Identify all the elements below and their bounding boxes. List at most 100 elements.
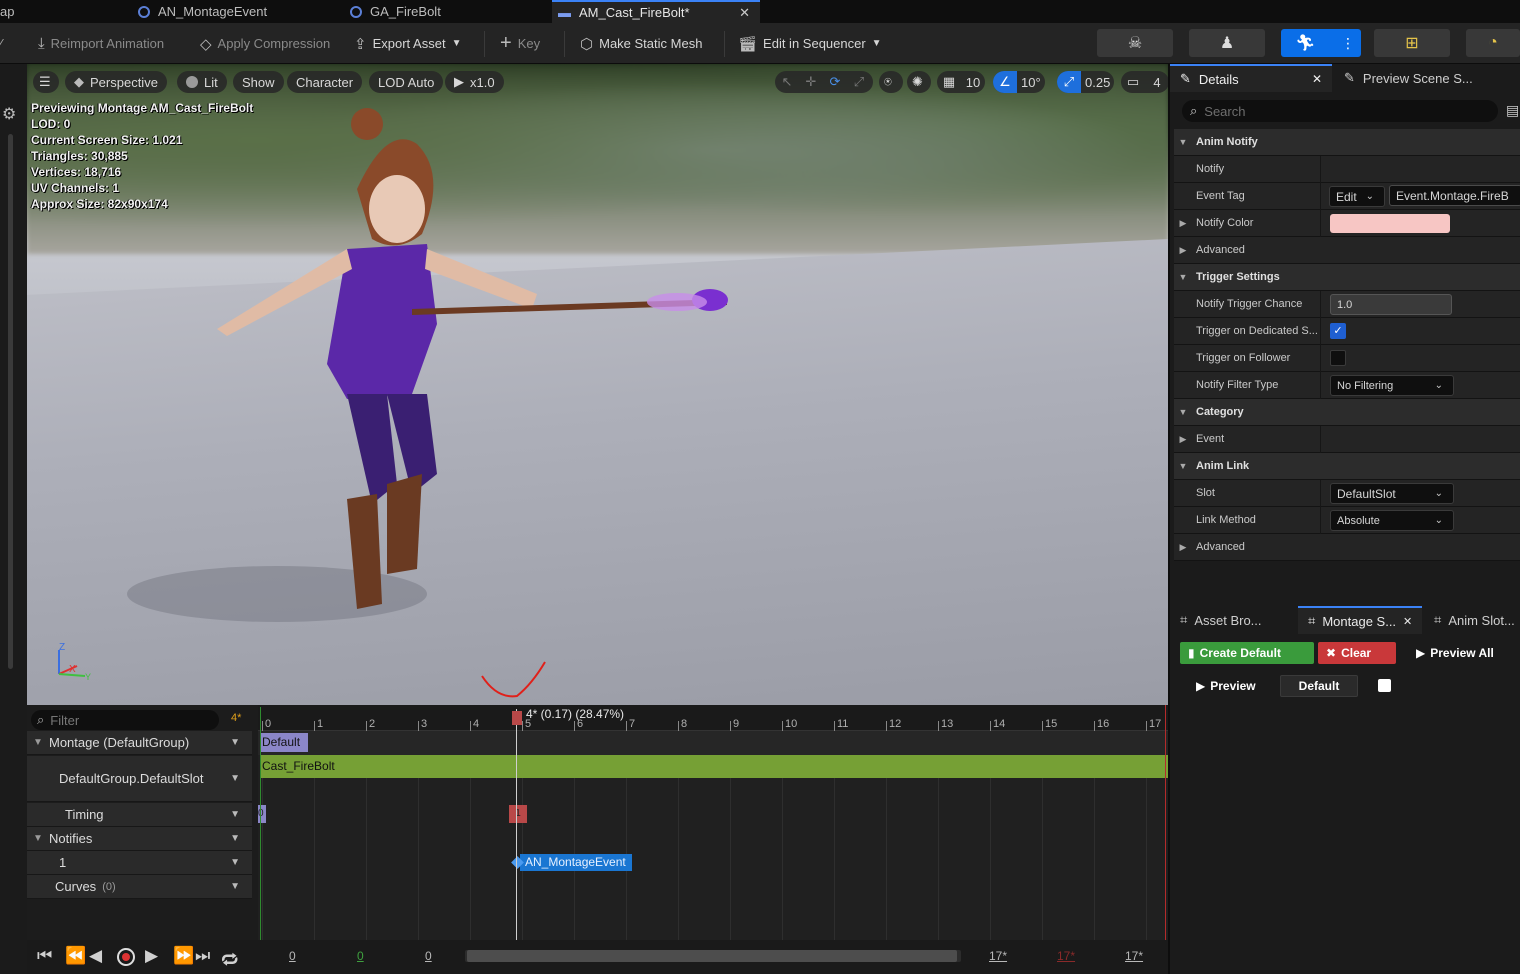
notify-color-swatch[interactable] <box>1330 214 1450 233</box>
scrollbar-thumb[interactable] <box>467 950 957 962</box>
mesh-mode-button[interactable]: ♟ <box>1189 29 1265 57</box>
record-button[interactable] <box>117 948 135 966</box>
expand-icon[interactable]: ▶ <box>1174 218 1192 229</box>
chevron-down-icon[interactable]: ▼ <box>230 773 240 784</box>
grid-view-icon[interactable]: ▤ <box>1506 102 1519 119</box>
chevron-down-icon[interactable]: ▼ <box>230 737 240 748</box>
play-icon[interactable]: ▶ <box>145 946 158 966</box>
time-ruler[interactable] <box>258 705 1168 731</box>
edit-in-sequencer-button[interactable]: 🎬︎ Edit in Sequencer ▼ <box>738 23 882 64</box>
move-icon[interactable]: ✛ <box>799 71 823 93</box>
prop-advanced-2[interactable]: ▶ Advanced <box>1174 534 1520 561</box>
filter-field[interactable]: ⌕ Filter <box>31 710 219 730</box>
playhead[interactable] <box>516 709 517 940</box>
trigger-chance-input[interactable]: 1.0 <box>1330 294 1452 315</box>
montage-segment[interactable]: Cast_FireBolt <box>260 755 1168 778</box>
kebab-menu-icon[interactable]: ⋮ <box>1341 35 1355 52</box>
chevron-down-icon[interactable]: ▼ <box>230 833 240 844</box>
event-tag-value[interactable]: Event.Montage.FireB <box>1389 185 1520 206</box>
notifies-row[interactable]: ▼ Notifies ▼ <box>27 827 252 851</box>
notify-an-montage-event[interactable]: AN_MontageEvent <box>520 854 632 871</box>
clear-button[interactable]: ✖ Clear <box>1318 642 1396 664</box>
camera-speed-group[interactable]: ▭ 4 <box>1121 71 1168 93</box>
scale-icon[interactable]: ⤢ <box>847 71 871 93</box>
view-start-field[interactable]: 0 <box>289 949 296 963</box>
category-anim-notify[interactable]: ▼ Anim Notify <box>1174 129 1520 156</box>
preview-all-button[interactable]: ▶ Preview All <box>1408 642 1502 664</box>
edit-tag-dropdown[interactable]: Edit ⌄ <box>1329 186 1385 207</box>
step-back-icon[interactable]: ⏪ <box>65 946 86 966</box>
tab-anim-slot-manager[interactable]: ⌗ Anim Slot... <box>1424 606 1520 634</box>
slot-dropdown[interactable]: DefaultSlot ⌄ <box>1330 483 1454 504</box>
tab-ga-firebolt[interactable]: GA_FireBolt <box>344 0 544 23</box>
animation-mode-button[interactable]: 🏃︎ ⋮ <box>1281 29 1361 57</box>
skeleton-mode-button[interactable]: ☠ <box>1097 29 1173 57</box>
collapse-icon[interactable]: ▼ <box>27 737 49 748</box>
playhead-handle[interactable] <box>512 711 522 725</box>
details-search-field[interactable]: ⌕ Search <box>1182 100 1498 122</box>
collapse-icon[interactable]: ▼ <box>27 833 49 844</box>
lit-button[interactable]: Lit <box>177 71 227 93</box>
tab-asset-browser[interactable]: ⌗ Asset Bro... <box>1170 606 1294 634</box>
loop-icon[interactable]: 🔁︎ <box>221 946 238 972</box>
apply-compression-button[interactable]: ◇ Apply Compression <box>200 23 330 64</box>
filter-type-dropdown[interactable]: No Filtering ⌄ <box>1330 375 1454 396</box>
export-asset-button[interactable]: ⇪ Export Asset ▼ <box>354 23 461 64</box>
timing-marker-notify[interactable]: 1 <box>509 805 527 823</box>
category-trigger-settings[interactable]: ▼ Trigger Settings <box>1174 264 1520 291</box>
local-space-button[interactable]: ⍟ <box>879 71 903 93</box>
physics-mode-button[interactable]: ◔ <box>1466 29 1520 57</box>
step-forward-icon[interactable]: ⏩ <box>173 946 194 966</box>
section-default[interactable]: Default <box>260 733 308 752</box>
select-icon[interactable]: ↖ <box>775 71 799 93</box>
surface-snap-button[interactable]: ✺ <box>907 71 931 93</box>
play-reverse-icon[interactable]: ◀ <box>89 946 102 966</box>
character-button[interactable]: Character <box>287 71 363 93</box>
notify-track-row[interactable]: 1 ▼ <box>27 851 252 875</box>
chevron-down-icon[interactable]: ▼ <box>230 881 240 892</box>
preview-viewport[interactable]: ☰ ◆ Perspective Lit Show Character LOD A… <box>27 64 1168 705</box>
chevron-down-icon[interactable]: ▼ <box>230 809 240 820</box>
grid-snap-group[interactable]: ▦ 10 <box>937 71 985 93</box>
lod-button[interactable]: LOD Auto <box>369 71 444 93</box>
close-icon[interactable]: ✕ <box>739 5 750 21</box>
play-start-field[interactable]: 0 <box>357 949 364 963</box>
tab-prev-asset[interactable]: ap <box>0 0 30 23</box>
montage-group-row[interactable]: ▼ Montage (DefaultGroup) ▼ <box>27 731 252 755</box>
playback-speed-button[interactable]: ▶ x1.0 <box>445 71 504 93</box>
vertical-scrollbar[interactable] <box>8 134 13 669</box>
tab-details[interactable]: ✎ Details ✕ <box>1170 64 1332 92</box>
key-button[interactable]: + Key <box>500 23 540 64</box>
timing-row[interactable]: Timing ▼ <box>27 803 252 827</box>
reimport-animation-button[interactable]: ⤓ Reimport Animation <box>38 23 164 64</box>
play-end-field[interactable]: 17* <box>1057 949 1075 963</box>
skip-to-start-icon[interactable]: ⏮ <box>37 946 52 966</box>
gear-icon[interactable]: ⚙ <box>2 104 16 124</box>
slot-row[interactable]: DefaultGroup.DefaultSlot ▼ <box>27 756 252 802</box>
scale-snap-group[interactable]: ⤢ 0.25 <box>1057 71 1115 93</box>
close-icon[interactable]: ✕ <box>1403 615 1412 628</box>
timeline-scrollbar[interactable] <box>465 950 961 962</box>
rotate-icon[interactable]: ⟳ <box>823 71 847 93</box>
viewport-menu-button[interactable]: ☰ <box>33 71 59 93</box>
preview-button[interactable]: ▶ Preview <box>1188 675 1264 697</box>
trigger-follower-checkbox[interactable] <box>1330 350 1346 366</box>
current-start-field[interactable]: 0 <box>425 949 432 963</box>
blueprint-mode-button[interactable]: ⊞ <box>1374 29 1450 57</box>
create-default-button[interactable]: ▮ Create Default <box>1180 642 1314 664</box>
category-category[interactable]: ▼ Category <box>1174 399 1520 426</box>
category-anim-link[interactable]: ▼ Anim Link <box>1174 453 1520 480</box>
tab-an-montage-event[interactable]: AN_MontageEvent <box>132 0 332 23</box>
show-button[interactable]: Show <box>233 71 284 93</box>
close-icon[interactable]: ✕ <box>1312 72 1322 86</box>
tab-preview-scene[interactable]: ✎ Preview Scene S... <box>1334 64 1520 92</box>
prop-advanced[interactable]: ▶ Advanced <box>1174 237 1520 264</box>
view-end-field[interactable]: 17* <box>1125 949 1143 963</box>
default-section-button[interactable]: Default <box>1280 675 1358 697</box>
angle-snap-group[interactable]: ∠ 10° <box>993 71 1045 93</box>
toolbar-overflow-icon[interactable]: ⁄ <box>0 23 10 64</box>
current-end-field[interactable]: 17* <box>989 949 1007 963</box>
make-static-mesh-button[interactable]: ⬡ Make Static Mesh <box>580 23 702 64</box>
prop-event[interactable]: ▶ Event <box>1174 426 1520 453</box>
perspective-button[interactable]: ◆ Perspective <box>65 71 167 93</box>
